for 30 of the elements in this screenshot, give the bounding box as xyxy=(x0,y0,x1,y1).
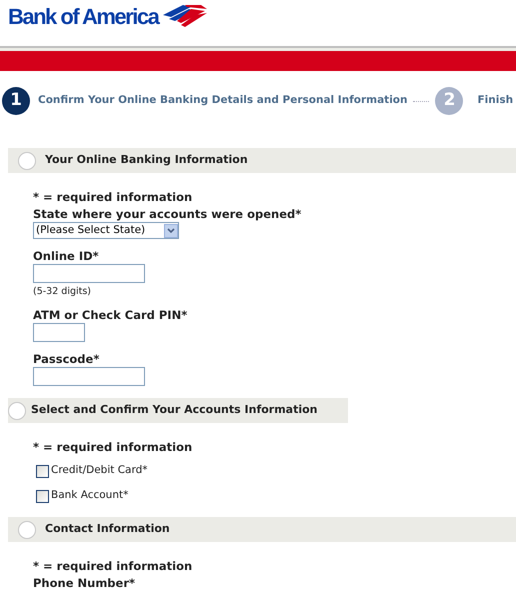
chevron-down-icon xyxy=(164,224,178,238)
section-title: Select and Confirm Your Accounts Information xyxy=(31,402,318,418)
radio-icon xyxy=(18,152,36,170)
field-label: State where your accounts were opened* xyxy=(33,207,302,222)
radio-icon xyxy=(8,402,26,420)
step-number: 2 xyxy=(435,87,464,115)
required-note: * = required information xyxy=(33,190,194,205)
logo-text: Bank of America xyxy=(8,3,158,31)
flag-logo-icon xyxy=(161,3,210,27)
input-field[interactable] xyxy=(33,367,145,386)
step-number: 1 xyxy=(2,87,30,115)
checkbox-label: Bank Account* xyxy=(51,488,128,504)
hint-text: (5-32 digits) xyxy=(33,285,92,298)
radio-icon xyxy=(18,520,36,538)
field-label: Passcode* xyxy=(33,352,100,367)
checkbox[interactable] xyxy=(36,464,49,478)
input-field[interactable] xyxy=(33,323,85,342)
state-select[interactable]: (Please Select State) xyxy=(33,222,179,239)
checkbox[interactable] xyxy=(36,490,49,502)
section-title: Your Online Banking Information xyxy=(45,152,248,168)
required-note: * = required information xyxy=(33,559,194,574)
field-label: Online ID* xyxy=(33,249,100,264)
input-field[interactable] xyxy=(33,264,145,283)
step-label: Confirm Your Online Banking Details and Personal Information xyxy=(38,93,408,108)
section-title: Contact Information xyxy=(45,521,170,538)
field-label: Phone Number* xyxy=(33,576,136,591)
checkbox-label: Credit/Debit Card* xyxy=(51,463,148,478)
required-note: * = required information xyxy=(33,440,194,455)
field-label: ATM or Check Card PIN* xyxy=(33,308,188,323)
step-label: Finish xyxy=(477,93,514,108)
